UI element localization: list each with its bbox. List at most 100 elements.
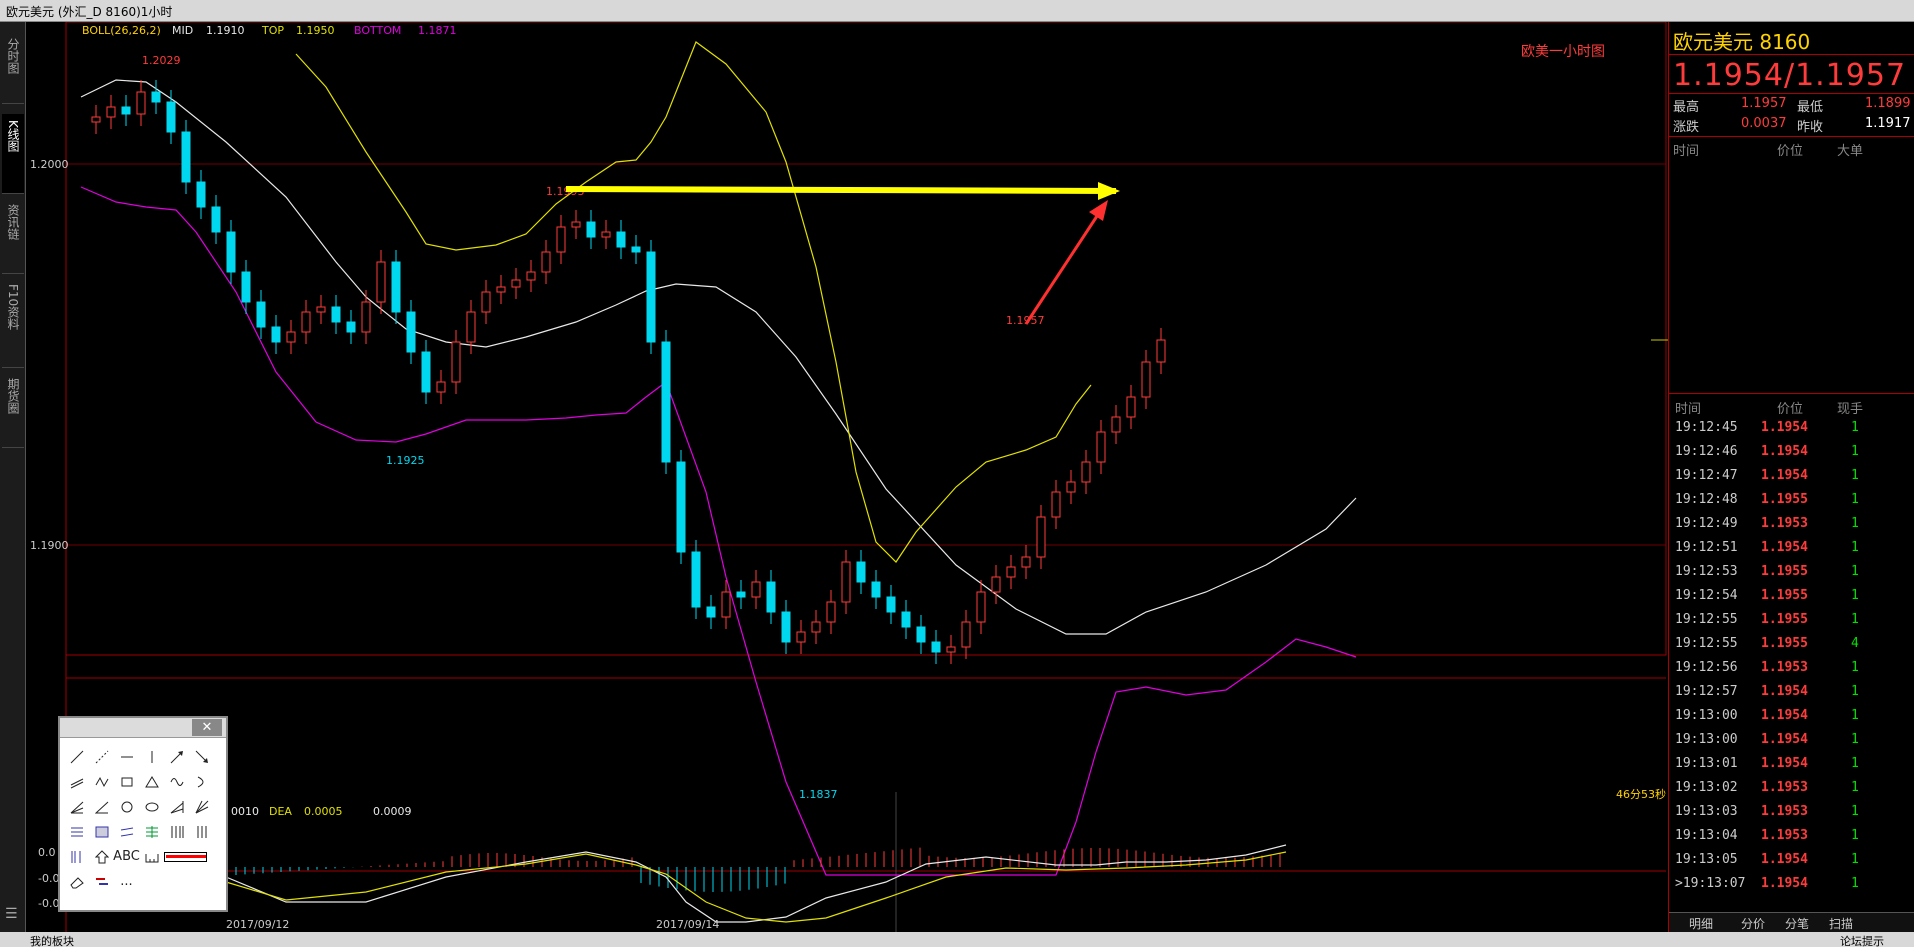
candle-up bbox=[811, 621, 821, 633]
candle-down bbox=[631, 246, 641, 253]
tab-f10[interactable]: F10资料 bbox=[2, 278, 24, 368]
eraser-tool-icon[interactable] bbox=[64, 869, 89, 894]
candle-down bbox=[661, 341, 671, 463]
tick-volume: 1 bbox=[1851, 876, 1859, 891]
candle-down bbox=[196, 181, 206, 208]
tick-volume: 1 bbox=[1851, 516, 1859, 531]
tab-detail[interactable]: 明细 bbox=[1689, 915, 1713, 932]
ray-tool-icon[interactable] bbox=[89, 744, 114, 769]
candle-down bbox=[931, 641, 941, 653]
tick-time: 19:12:53 bbox=[1675, 564, 1738, 579]
gann-tool-icon[interactable] bbox=[189, 794, 214, 819]
tab-scan[interactable]: 扫描 bbox=[1829, 915, 1853, 932]
candle-up bbox=[511, 279, 521, 288]
title-bar: 欧元美元 (外汇_D 8160)1小时 bbox=[0, 0, 1914, 22]
list-icon[interactable]: ☰ bbox=[5, 906, 18, 922]
tick-volume: 1 bbox=[1851, 684, 1859, 699]
kline-chart[interactable]: BOLL(26,26,2) MID 1.1910 TOP 1.1950 BOTT… bbox=[26, 22, 1668, 932]
tab-kline[interactable]: K线图 bbox=[2, 114, 24, 194]
vertical-line-tool-icon[interactable] bbox=[139, 744, 164, 769]
tab-label: F10资料 bbox=[6, 284, 20, 331]
arrow-tool-icon[interactable] bbox=[164, 744, 189, 769]
fibonacci-fan-tool-icon[interactable] bbox=[64, 794, 89, 819]
my-sectors-tab[interactable]: 我的板块 bbox=[30, 933, 74, 947]
candle-up bbox=[301, 311, 311, 333]
prev-close-value: 1.1917 bbox=[1865, 116, 1911, 131]
fibonacci-time-tool-icon[interactable] bbox=[64, 844, 89, 869]
percent-lines-tool-icon[interactable] bbox=[89, 819, 114, 844]
candle-up bbox=[1036, 516, 1046, 558]
tick-col-time: 时间 bbox=[1675, 402, 1702, 417]
text-tool[interactable]: ABC bbox=[113, 844, 140, 869]
tick-price: 1.1953 bbox=[1761, 516, 1808, 531]
angle-tool-icon[interactable] bbox=[89, 794, 114, 819]
tick-price: 1.1954 bbox=[1761, 540, 1808, 555]
horizontal-line-tool-icon[interactable] bbox=[114, 744, 139, 769]
candle-up bbox=[991, 576, 1001, 593]
rectangle-tool-icon[interactable] bbox=[114, 769, 139, 794]
forum-notice[interactable]: 论坛提示 bbox=[1840, 933, 1884, 947]
arc-tool-icon[interactable] bbox=[189, 769, 214, 794]
tab-news[interactable]: 资讯链 bbox=[2, 198, 24, 274]
zigzag-tool-icon[interactable] bbox=[89, 769, 114, 794]
candle-up bbox=[376, 261, 386, 303]
ellipse-tool-icon[interactable] bbox=[139, 794, 164, 819]
candle-up bbox=[436, 381, 446, 393]
ruler-tool-icon[interactable] bbox=[139, 844, 164, 869]
candle-up bbox=[541, 251, 551, 273]
channel-tool-icon[interactable] bbox=[114, 819, 139, 844]
tick-price: 1.1954 bbox=[1761, 876, 1808, 891]
tick-row: 19:12:54 1.1955 1 bbox=[1669, 584, 1914, 608]
cycle-lines-tool-icon[interactable] bbox=[164, 819, 189, 844]
annotation-latest-high: 1.1957 bbox=[1006, 314, 1045, 327]
window-title: 欧元美元 (外汇_D 8160)1小时 bbox=[6, 5, 173, 19]
candle-down bbox=[256, 301, 266, 328]
annotation-low-left: 1.1925 bbox=[386, 454, 425, 467]
tab-timeshare[interactable]: 分时图 bbox=[2, 32, 24, 104]
up-arrow-mark-tool-icon[interactable] bbox=[89, 844, 114, 869]
prev-close-label: 昨收 bbox=[1797, 120, 1824, 135]
fibonacci-retracement-tool-icon[interactable] bbox=[64, 819, 89, 844]
quote-price: 1.1954/1.1957 bbox=[1673, 58, 1907, 93]
tick-price: 1.1955 bbox=[1761, 564, 1808, 579]
chart-label: 欧美一小时图 bbox=[1521, 44, 1605, 60]
speed-lines-tool-icon[interactable] bbox=[164, 794, 189, 819]
tab-futures[interactable]: 期货圈 bbox=[2, 372, 24, 448]
tick-col-volume: 现手 bbox=[1837, 402, 1864, 417]
low-value: 1.1899 bbox=[1865, 96, 1911, 111]
parallel-lines-tool-icon[interactable] bbox=[64, 769, 89, 794]
color-picker[interactable] bbox=[164, 844, 207, 869]
tick-time: 19:12:48 bbox=[1675, 492, 1738, 507]
tick-time: 19:13:05 bbox=[1675, 852, 1738, 867]
sine-tool-icon[interactable] bbox=[164, 769, 189, 794]
circle-tool-icon[interactable] bbox=[114, 794, 139, 819]
yellow-arrow-head bbox=[1098, 182, 1120, 200]
candle-up bbox=[466, 311, 476, 343]
macd-axis-0: 0.0 bbox=[38, 846, 56, 859]
tick-list[interactable]: 19:12:45 1.1954 1 19:12:46 1.1954 1 19:12:47 1.… bbox=[1669, 416, 1914, 896]
candle-up bbox=[1051, 491, 1061, 518]
golden-lines-tool-icon[interactable] bbox=[139, 819, 164, 844]
triangle-tool-icon[interactable] bbox=[139, 769, 164, 794]
toolbox-header[interactable]: ✕ bbox=[60, 718, 226, 738]
tick-price: 1.1955 bbox=[1761, 612, 1808, 627]
time-lines-tool-icon[interactable] bbox=[189, 819, 214, 844]
arrow-down-tool-icon[interactable] bbox=[189, 744, 214, 769]
tick-row: 19:12:55 1.1955 1 bbox=[1669, 608, 1914, 632]
candle-up bbox=[571, 221, 581, 228]
yellow-arrow-shaft bbox=[565, 186, 1117, 194]
delete-tool-icon[interactable] bbox=[89, 869, 114, 894]
toolbox-close-button[interactable]: ✕ bbox=[192, 719, 222, 736]
quote-tabs: 明细 分价 分笔 扫描 bbox=[1669, 912, 1914, 932]
more-tools-button[interactable]: ... bbox=[114, 869, 139, 894]
quote-panel: 欧元美元 8160 1.1954/1.1957 最高 1.1957 最低 1.1… bbox=[1668, 22, 1914, 932]
chart-panel[interactable]: BOLL(26,26,2) MID 1.1910 TOP 1.1950 BOTT… bbox=[26, 22, 1668, 932]
quote-name: 欧元美元 bbox=[1673, 30, 1753, 54]
change-value: 0.0037 bbox=[1741, 116, 1787, 131]
tick-time: 19:12:54 bbox=[1675, 588, 1738, 603]
tab-ticks[interactable]: 分笔 bbox=[1785, 915, 1809, 932]
tick-price: 1.1954 bbox=[1761, 852, 1808, 867]
tab-price-dist[interactable]: 分价 bbox=[1741, 915, 1765, 932]
line-segment-tool-icon[interactable] bbox=[64, 744, 89, 769]
high-value: 1.1957 bbox=[1741, 96, 1787, 111]
